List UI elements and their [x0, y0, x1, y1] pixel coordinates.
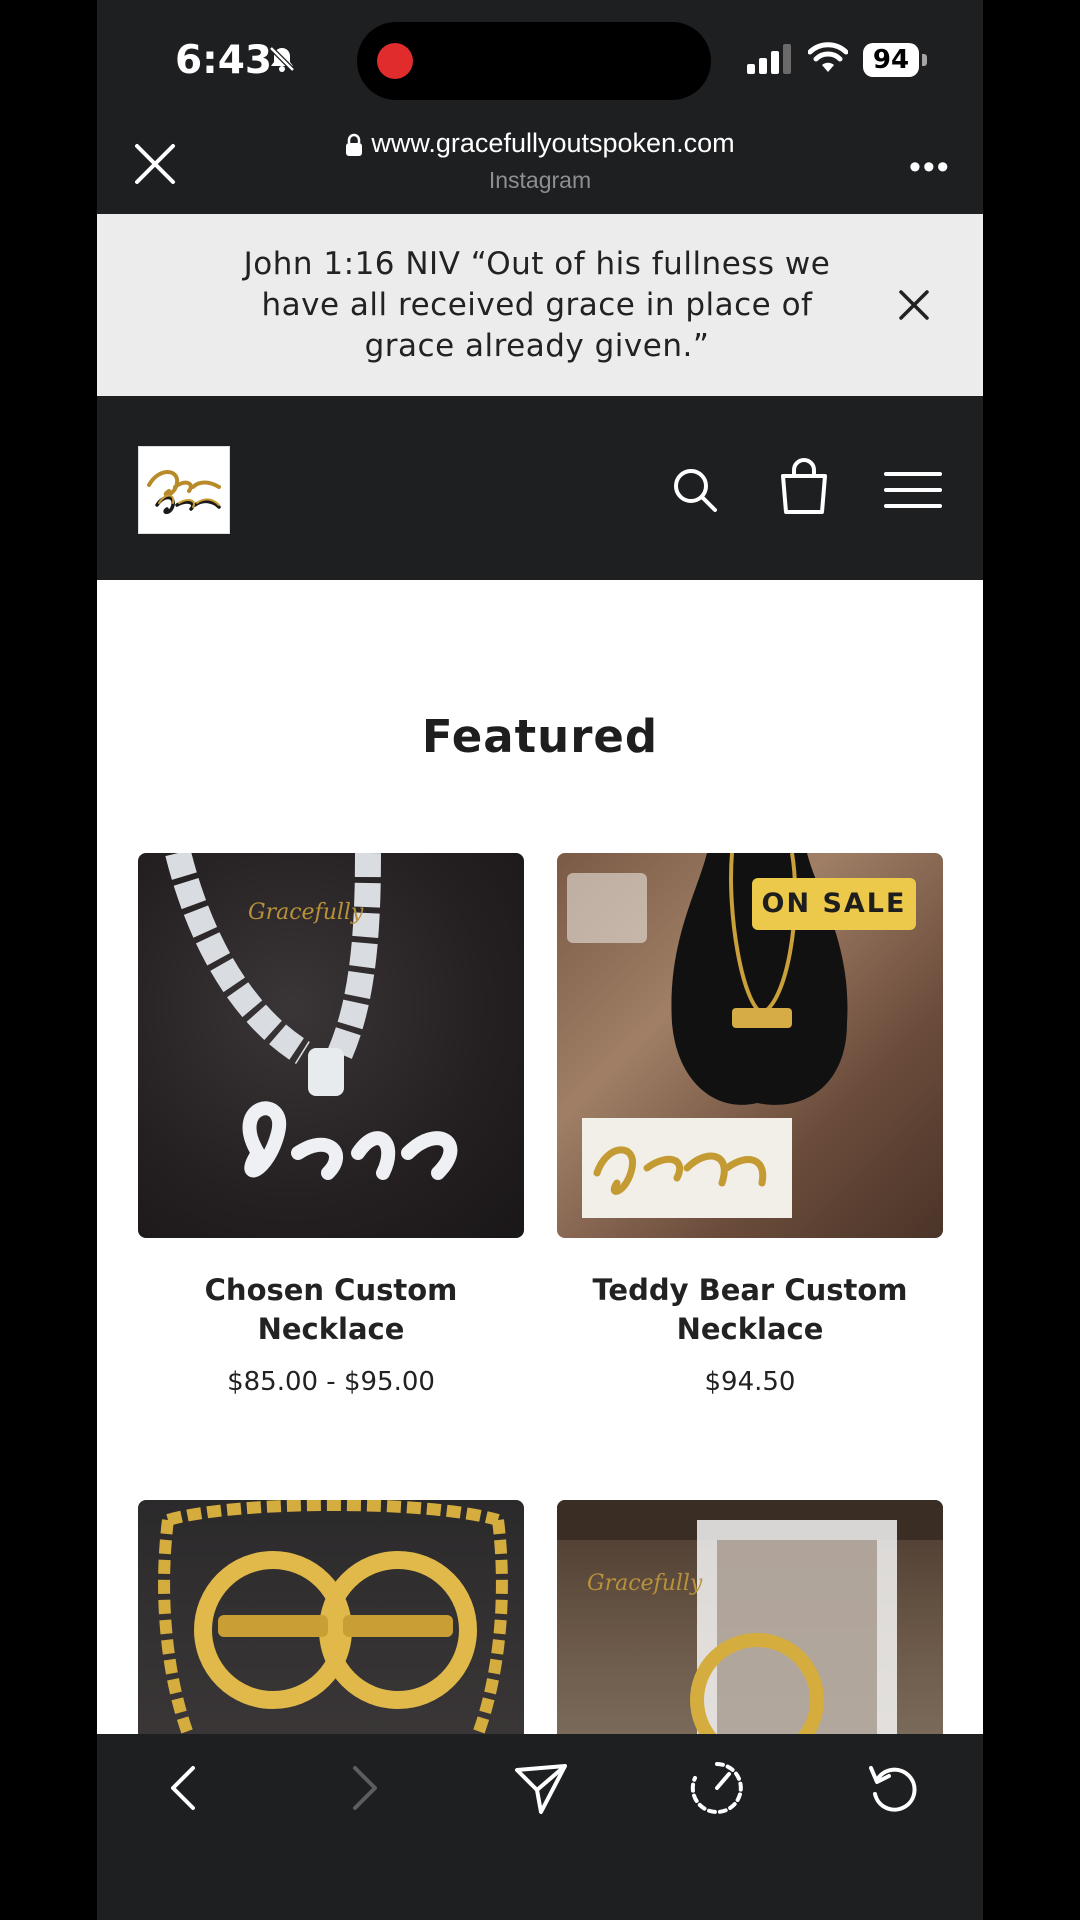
product-price: $94.50: [704, 1367, 796, 1397]
close-icon[interactable]: [131, 140, 179, 188]
status-bar: 6:43 94: [97, 0, 983, 118]
logo-graphic: [147, 470, 221, 514]
site-logo[interactable]: [138, 446, 230, 534]
boxed-hoop-graphic: Gracefully: [557, 1500, 943, 1734]
signal-icon: [747, 44, 791, 74]
announcement-text: John 1:16 NIV “Out of his fullness we ha…: [243, 246, 831, 364]
product-image[interactable]: [138, 1500, 524, 1734]
hoop-earrings-graphic: [158, 1500, 508, 1734]
product-title[interactable]: Teddy Bear Custom Necklace: [557, 1271, 943, 1349]
share-icon[interactable]: [511, 1758, 571, 1818]
forward-icon[interactable]: [333, 1758, 393, 1818]
search-icon[interactable]: [671, 466, 719, 514]
close-icon[interactable]: [897, 288, 931, 322]
sale-badge: ON SALE: [752, 878, 916, 930]
web-page: John 1:16 NIV “Out of his fullness we ha…: [97, 214, 983, 1734]
dynamic-island: [357, 22, 711, 100]
reload-icon[interactable]: [863, 1758, 923, 1818]
bell-slash-icon: [269, 46, 295, 72]
more-icon[interactable]: •••: [909, 150, 951, 184]
necklace-graphic: Gracefully: [165, 853, 458, 1180]
product-image[interactable]: Gracefully: [138, 853, 524, 1238]
browser-toolbar: [97, 1734, 983, 1920]
url-source: Instagram: [488, 167, 592, 193]
speed-icon[interactable]: [687, 1758, 747, 1818]
product-price: $85.00 - $95.00: [227, 1367, 435, 1397]
product-image[interactable]: ON SALE: [557, 853, 943, 1238]
section-title: Featured: [421, 710, 659, 763]
wifi-icon: [808, 42, 848, 72]
back-icon[interactable]: [155, 1758, 215, 1818]
product-title[interactable]: Chosen Custom Necklace: [138, 1271, 524, 1349]
recording-indicator: [377, 43, 413, 79]
announcement-bar: John 1:16 NIV “Out of his fullness we ha…: [97, 214, 983, 396]
bag-icon[interactable]: [777, 458, 831, 516]
lock-icon: [346, 133, 363, 156]
site-header: [97, 396, 983, 580]
battery-indicator: 94: [863, 43, 919, 77]
browser-address-bar: www.gracefullyoutspoken.com Instagram ••…: [97, 118, 983, 214]
watermark: Gracefully: [587, 1571, 703, 1596]
url-text: www.gracefullyoutspoken.com: [371, 128, 735, 158]
phone-screen: 6:43 94 www.gracefullyoutspoken.com Inst…: [97, 0, 983, 1920]
watermark: Gracefully: [248, 900, 364, 925]
status-time: 6:43: [175, 38, 273, 83]
battery-tip: [922, 54, 927, 66]
url-display[interactable]: www.gracefullyoutspoken.com Instagram: [247, 128, 833, 194]
product-image[interactable]: Gracefully: [557, 1500, 943, 1734]
menu-icon[interactable]: [884, 470, 942, 510]
